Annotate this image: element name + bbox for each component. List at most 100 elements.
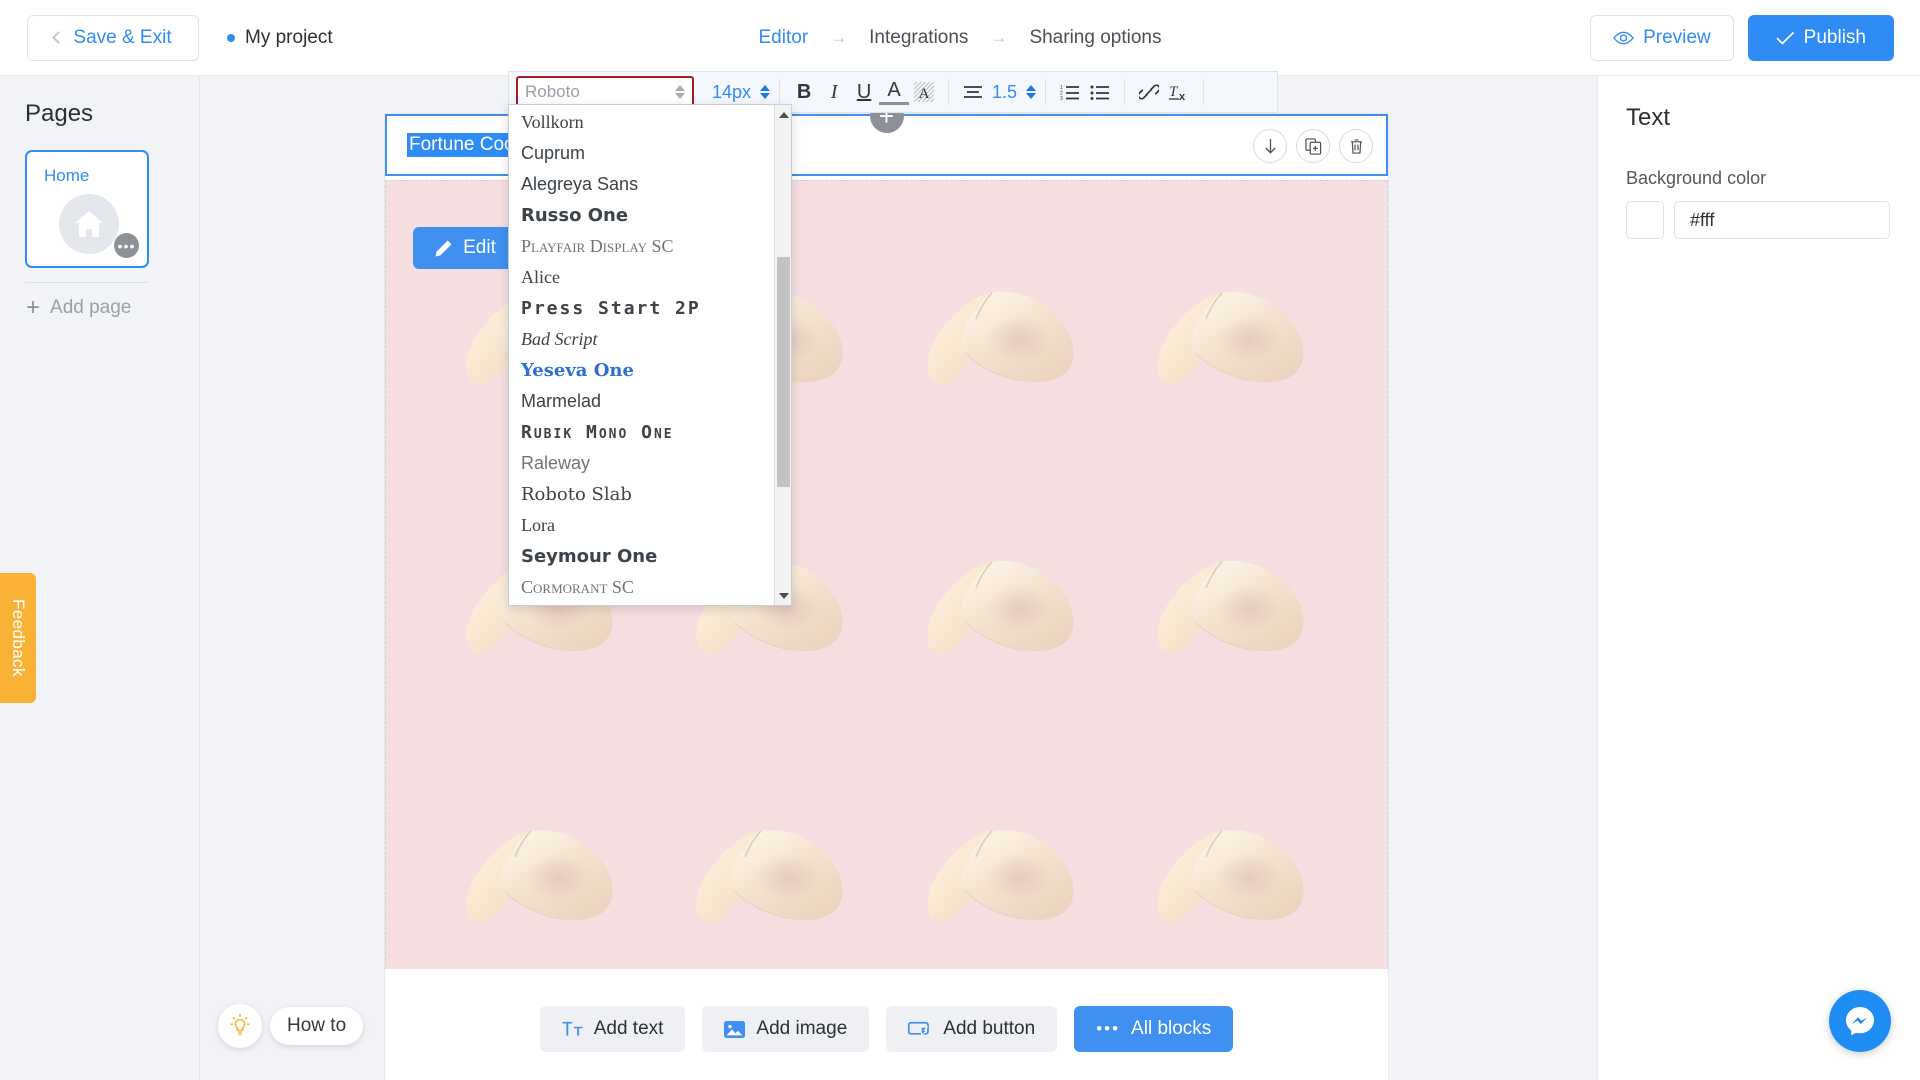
check-icon [1776, 31, 1794, 45]
dots-icon: ••• [1096, 1019, 1121, 1038]
project-status-dot-icon [227, 33, 235, 42]
move-down-button[interactable] [1253, 129, 1287, 163]
font-option[interactable]: Marmelad [509, 386, 774, 417]
how-to-button[interactable]: How to [270, 1007, 364, 1045]
add-button-label: Add button [943, 1018, 1036, 1039]
breadcrumb-arrow-icon: → [830, 27, 848, 47]
insert-link-button[interactable] [1134, 77, 1164, 107]
breadcrumb-item-integrations[interactable]: Integrations [869, 27, 968, 49]
preview-button[interactable]: Preview [1590, 14, 1734, 61]
font-option-list: Vollkorn Cuprum Alegreya Sans Russo One Play… [509, 105, 774, 605]
add-text-button[interactable]: Add text [539, 1006, 686, 1052]
font-option[interactable]: Bad Script [509, 324, 774, 355]
delete-button[interactable] [1339, 129, 1373, 163]
background-color-swatch[interactable] [1626, 201, 1664, 239]
cookie-image [1117, 470, 1347, 739]
cookie-image [1117, 201, 1347, 470]
font-option[interactable]: Cormorant SC [509, 572, 774, 603]
messenger-icon [1846, 1007, 1874, 1036]
feedback-tab[interactable]: Feedback [0, 573, 36, 703]
add-image-button[interactable]: Add image [702, 1006, 870, 1052]
font-option[interactable]: Lora [509, 510, 774, 541]
numbered-list-button[interactable]: 1 2 3 [1055, 77, 1085, 107]
properties-panel: Text Background color #fff [1597, 76, 1920, 1080]
bullet-list-button[interactable] [1085, 77, 1115, 107]
messenger-chat-button[interactable] [1829, 990, 1891, 1052]
how-to-bulb-button[interactable] [218, 1004, 262, 1048]
cookie-image [887, 201, 1117, 470]
publish-button[interactable]: Publish [1747, 14, 1894, 61]
save-and-exit-label: Save & Exit [73, 26, 172, 48]
add-block-bar: Add text Add image Add button ••• All bl… [385, 969, 1388, 1080]
scrollbar-thumb[interactable] [777, 257, 790, 487]
toolbar-divider [948, 79, 950, 105]
add-image-label: Add image [756, 1018, 848, 1039]
move-down-icon [1264, 138, 1276, 154]
font-option[interactable]: Vollkorn [509, 107, 774, 138]
cookie-image [887, 470, 1117, 739]
line-height-value: 1.5 [992, 81, 1018, 102]
page-card-menu-button[interactable]: ••• [114, 233, 139, 258]
save-and-exit-button[interactable]: Save & Exit [27, 14, 199, 61]
block-controls [1253, 129, 1373, 163]
font-option[interactable]: Playfair Display SC [509, 231, 774, 262]
chevron-left-icon [52, 31, 66, 44]
chevron-updown-icon [675, 85, 685, 99]
pages-title: Pages [25, 100, 94, 127]
clear-formatting-button[interactable]: T x [1164, 77, 1194, 107]
font-option[interactable]: Seymour One [509, 541, 774, 572]
font-option[interactable]: Cuprum [509, 138, 774, 169]
align-button[interactable] [958, 77, 988, 107]
font-option[interactable]: Roboto Slab [509, 479, 774, 510]
font-size-select[interactable]: 14px [712, 81, 771, 103]
delete-icon [1350, 138, 1362, 154]
font-option[interactable]: Russo One [509, 200, 774, 231]
project-name[interactable]: My project [227, 27, 333, 49]
svg-text:3: 3 [1060, 96, 1063, 100]
text-color-icon: A [887, 79, 901, 101]
how-to-widget: How to [218, 1004, 364, 1048]
all-blocks-button[interactable]: ••• All blocks [1074, 1006, 1234, 1052]
font-option[interactable]: Alegreya Sans [509, 169, 774, 200]
underline-button[interactable]: U [849, 77, 879, 107]
breadcrumb-item-sharing-options[interactable]: Sharing options [1029, 27, 1161, 49]
line-height-select[interactable]: 1.5 [992, 81, 1037, 103]
duplicate-button[interactable] [1296, 129, 1330, 163]
add-button-button[interactable]: Add button [886, 1006, 1058, 1052]
eye-icon [1613, 31, 1634, 44]
edit-block-button[interactable]: Edit [413, 227, 517, 269]
font-option[interactable]: Rubik Mono One [509, 417, 774, 448]
highlight-icon: A [914, 82, 935, 102]
text-color-button[interactable]: A [879, 79, 910, 105]
home-thumbnail [59, 194, 119, 254]
add-page-button[interactable]: + Add page [26, 296, 199, 320]
align-icon [964, 86, 983, 98]
toolbar-divider [1124, 79, 1126, 105]
pages-sidebar: Pages Home ••• + Add page Feedback [0, 76, 200, 1080]
lightbulb-icon [230, 1014, 250, 1036]
background-color-input[interactable]: #fff [1674, 201, 1890, 239]
font-option[interactable]: Raleway [509, 448, 774, 479]
project-name-label: My project [245, 26, 333, 48]
add-page-label: Add page [50, 297, 132, 318]
italic-button[interactable]: I [819, 77, 849, 107]
font-option[interactable]: Alice [509, 262, 774, 293]
font-option[interactable]: Yeseva One [509, 355, 774, 386]
page-card-home[interactable]: Home ••• [25, 150, 149, 268]
edit-label: Edit [463, 237, 496, 258]
sidebar-divider [25, 282, 149, 283]
scroll-down-arrow-icon[interactable] [775, 587, 792, 604]
font-size-value: 14px [712, 81, 752, 102]
font-option[interactable]: Press Start 2P [509, 293, 774, 324]
background-color-row: #fff [1626, 201, 1920, 239]
breadcrumb-item-editor[interactable]: Editor [759, 27, 809, 49]
publish-label: Publish [1803, 26, 1866, 48]
dropdown-scrollbar[interactable] [774, 105, 791, 605]
scroll-up-arrow-icon[interactable] [775, 106, 792, 123]
bullet-list-icon [1090, 85, 1110, 100]
highlight-color-button[interactable]: A [909, 77, 939, 107]
breadcrumb: Editor → Integrations → Sharing options [759, 27, 1162, 49]
pencil-icon [435, 240, 452, 256]
bold-button[interactable]: B [789, 77, 819, 107]
link-icon [1139, 84, 1160, 100]
